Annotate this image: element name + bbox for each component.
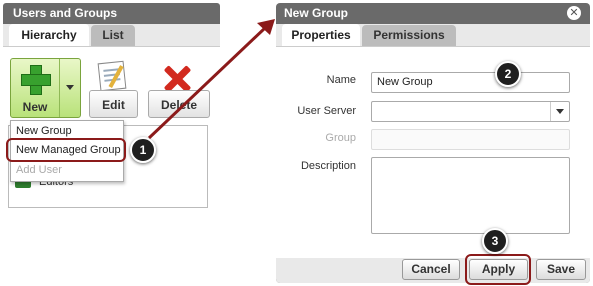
- tab-permissions[interactable]: Permissions: [362, 25, 456, 46]
- split-divider: [59, 59, 60, 117]
- panel-title: Users and Groups: [13, 6, 118, 20]
- edit-button-label: Edit: [102, 98, 125, 112]
- menu-item-new-group[interactable]: New Group: [16, 125, 72, 137]
- cancel-button[interactable]: Cancel: [402, 259, 460, 280]
- dialog-title: New Group: [284, 6, 349, 20]
- delete-x-icon: [163, 65, 191, 93]
- tab-list[interactable]: List: [91, 25, 135, 46]
- close-icon[interactable]: ✕: [567, 6, 581, 20]
- apply-highlight: [465, 254, 531, 285]
- description-textarea[interactable]: [371, 157, 570, 234]
- step-3-callout: 3: [482, 228, 508, 254]
- edit-notepad-icon: [97, 60, 127, 92]
- menu-item-add-user: Add User: [16, 164, 62, 176]
- managed-group-highlight: [6, 138, 126, 162]
- group-label: Group: [325, 132, 356, 144]
- user-server-select[interactable]: [371, 101, 570, 122]
- dialog-body: Properties Permissions: [276, 24, 590, 283]
- delete-button[interactable]: Delete: [148, 90, 210, 118]
- description-label: Description: [300, 160, 356, 172]
- delete-button-label: Delete: [160, 98, 198, 112]
- step-1-callout: 1: [130, 137, 156, 163]
- edit-button[interactable]: Edit: [89, 90, 138, 118]
- name-input[interactable]: New Group: [371, 72, 570, 93]
- tab-properties[interactable]: Properties: [282, 24, 360, 46]
- user-server-label: User Server: [297, 105, 356, 117]
- chevron-down-icon[interactable]: [550, 102, 569, 121]
- chevron-down-icon[interactable]: [66, 85, 74, 90]
- step-2-callout: 2: [495, 61, 521, 87]
- name-label: Name: [326, 74, 356, 86]
- group-input: [371, 129, 570, 150]
- tab-hierarchy[interactable]: Hierarchy: [9, 24, 89, 46]
- new-button-label: New: [22, 100, 48, 114]
- new-button[interactable]: New: [10, 58, 81, 118]
- save-button[interactable]: Save: [536, 259, 586, 280]
- plus-icon: [21, 65, 51, 95]
